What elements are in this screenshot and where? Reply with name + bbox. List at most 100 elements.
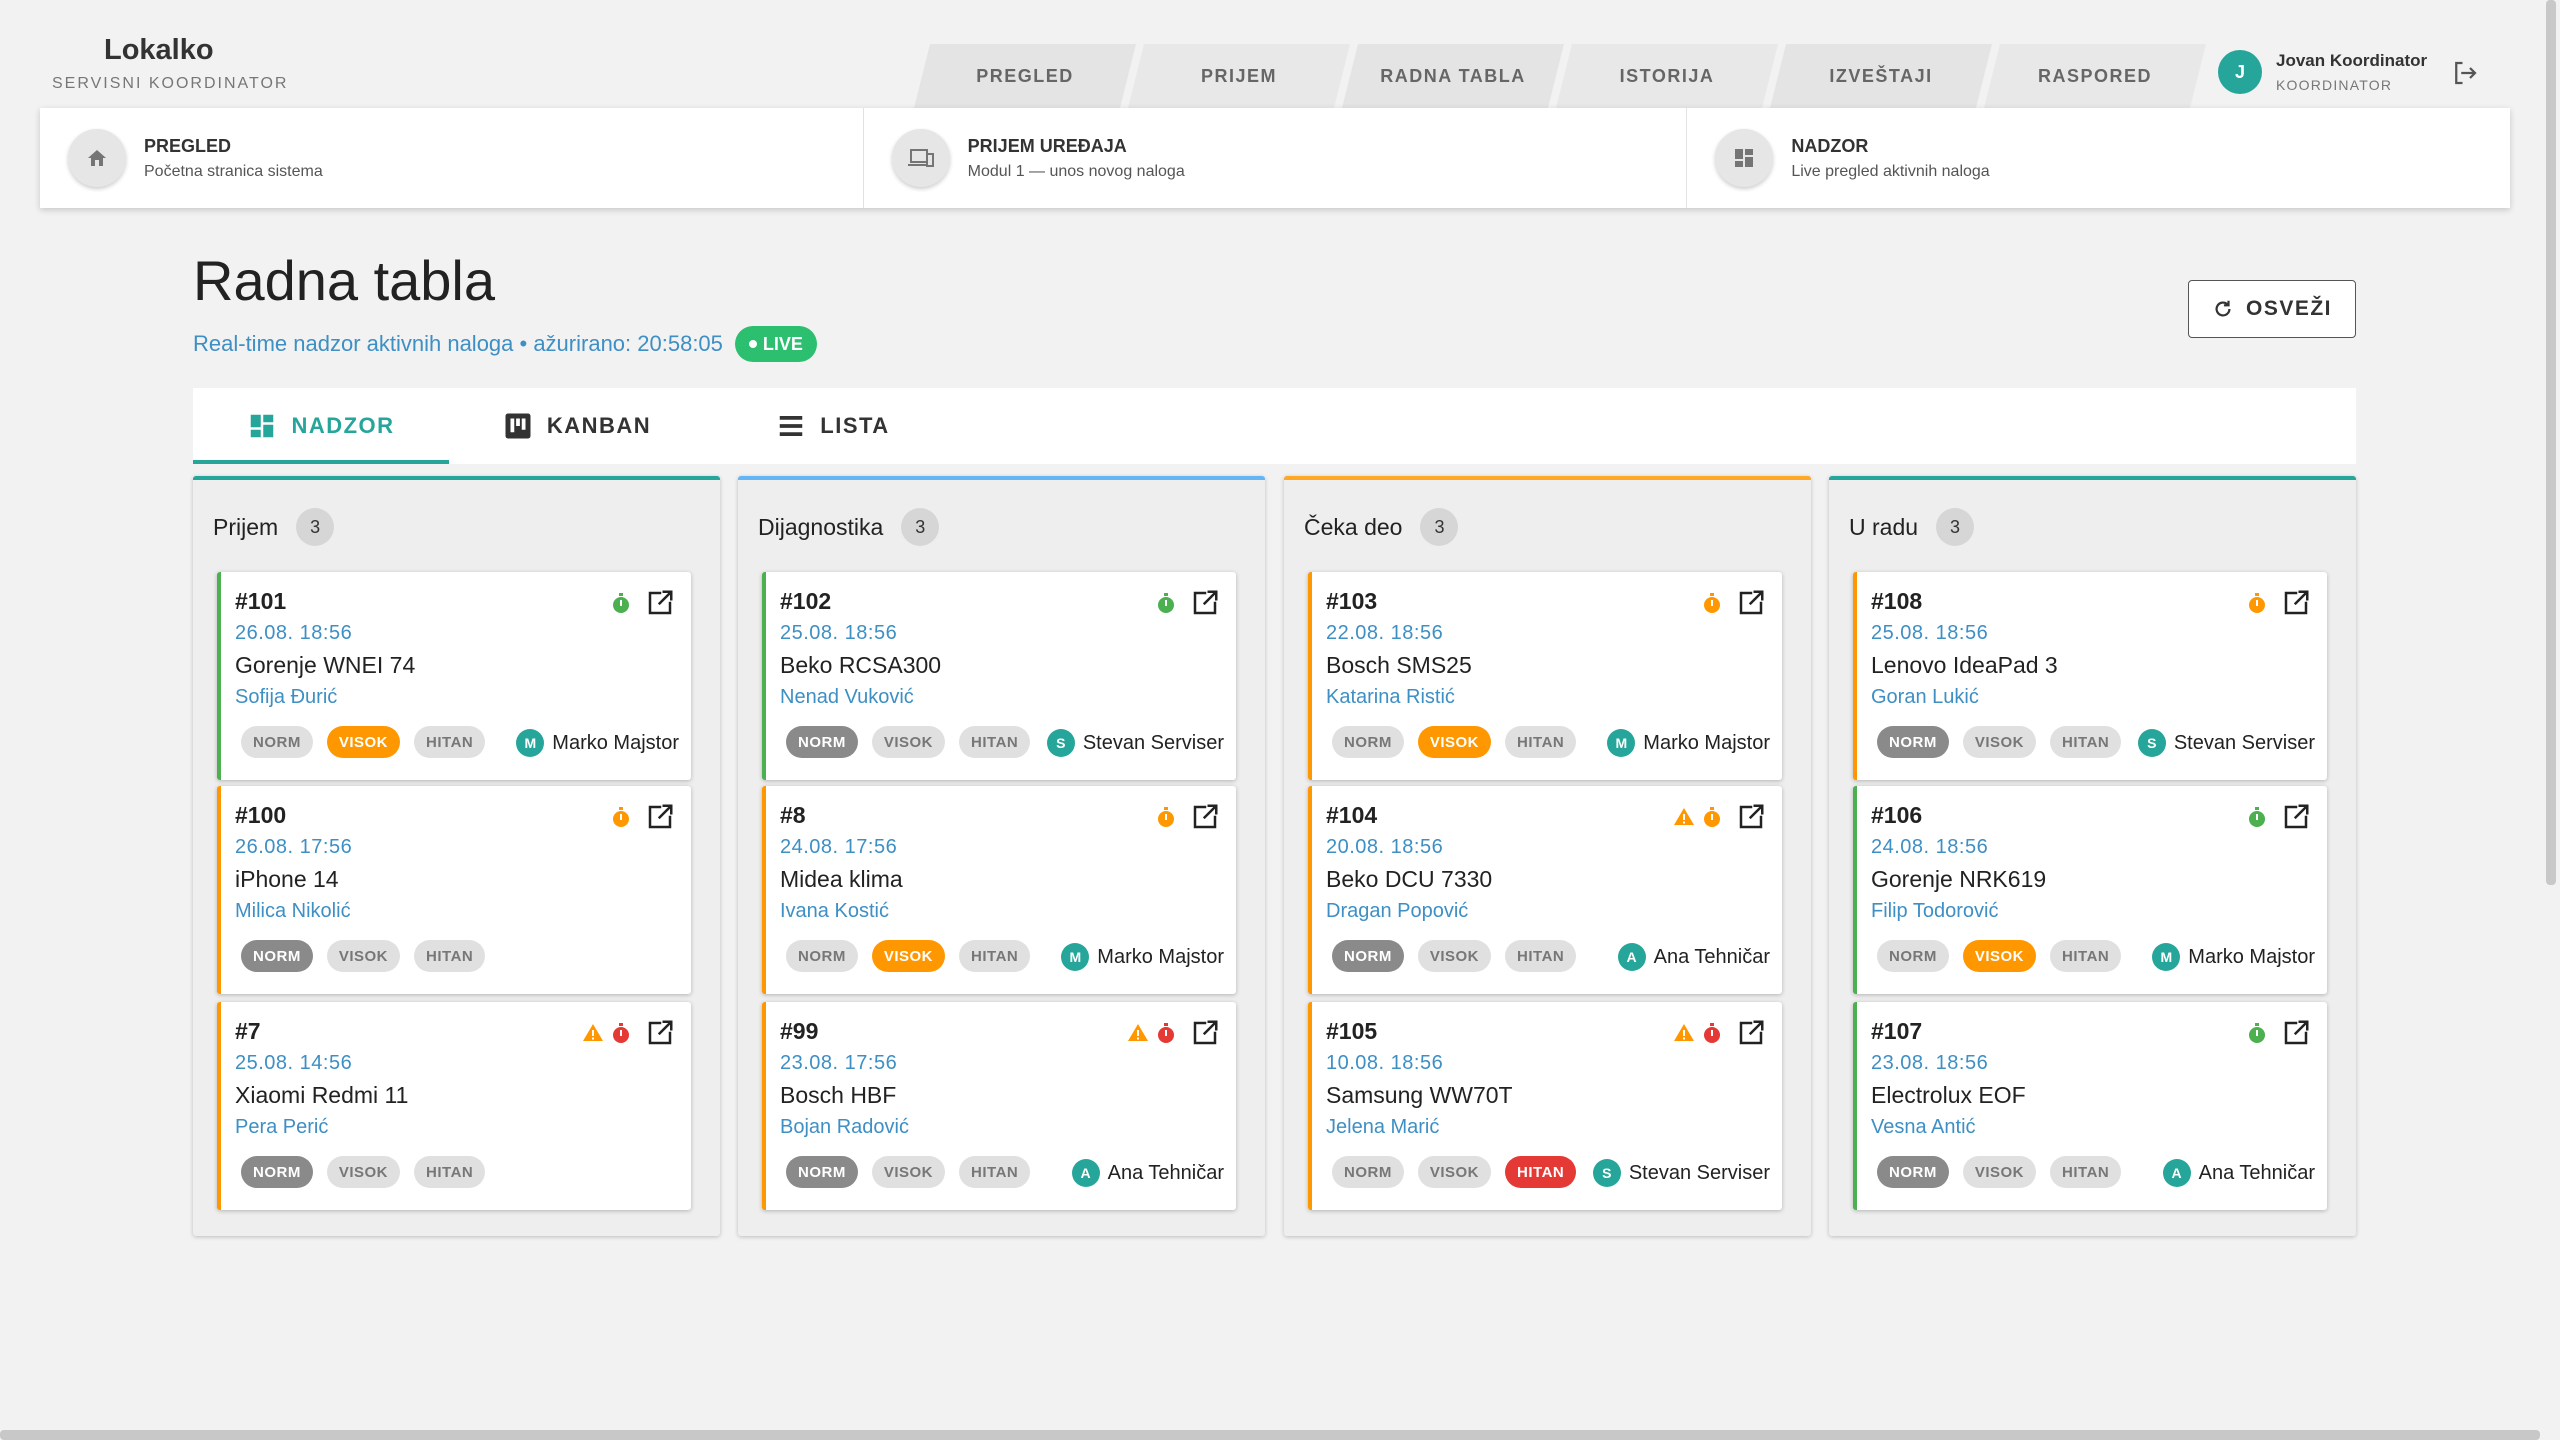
priority-hitan-pill[interactable]: HITAN <box>414 940 486 972</box>
nav-tab-izvestaji[interactable]: IZVEŠTAJI <box>1770 44 1992 108</box>
priority-norm-pill[interactable]: NORM <box>1332 1156 1404 1188</box>
assigned-technician[interactable]: S Stevan Serviser <box>2137 729 2315 757</box>
priority-norm-pill[interactable]: NORM <box>241 940 313 972</box>
assigned-technician[interactable]: S Stevan Serviser <box>1046 729 1224 757</box>
priority-visok-pill[interactable]: VISOK <box>871 726 946 758</box>
assigned-technician[interactable]: M Marko Majstor <box>1607 729 1770 757</box>
client-name[interactable]: Vesna Antić <box>1871 1116 1976 1139</box>
assigned-technician[interactable]: S Stevan Serviser <box>1592 1159 1770 1187</box>
tab-nadzor[interactable]: NADZOR <box>193 388 449 464</box>
client-name[interactable]: Pera Perić <box>235 1116 328 1139</box>
priority-hitan-pill[interactable]: HITAN <box>959 726 1031 758</box>
client-name[interactable]: Dragan Popović <box>1326 900 1468 923</box>
priority-visok-pill[interactable]: VISOK <box>1962 726 2037 758</box>
tab-kanban[interactable]: KANBAN <box>449 388 705 464</box>
order-card[interactable]: #101 26.08. 18:56 Gorenje WNEI 74 Sofija Đu… <box>217 572 691 780</box>
priority-hitan-pill[interactable]: HITAN <box>959 1156 1031 1188</box>
priority-hitan-pill[interactable]: HITAN <box>2050 940 2122 972</box>
order-card[interactable]: #105 10.08. 18:56 Samsung WW70T Jelena Mari… <box>1308 1002 1782 1210</box>
order-card[interactable]: #7 25.08. 14:56 Xiaomi Redmi 11 Pera Perić N… <box>217 1002 691 1210</box>
assigned-technician[interactable]: M Marko Majstor <box>516 729 679 757</box>
open-external-icon[interactable] <box>1736 1018 1766 1048</box>
priority-hitan-pill[interactable]: HITAN <box>1505 1156 1577 1188</box>
order-card[interactable]: #104 20.08. 18:56 Beko DCU 7330 Dragan Popo… <box>1308 786 1782 994</box>
priority-norm-pill[interactable]: NORM <box>1877 1156 1949 1188</box>
client-name[interactable]: Jelena Marić <box>1326 1116 1439 1139</box>
client-name[interactable]: Milica Nikolić <box>235 900 351 923</box>
priority-visok-pill[interactable]: VISOK <box>1417 1156 1492 1188</box>
priority-hitan-pill[interactable]: HITAN <box>1505 726 1577 758</box>
open-external-icon[interactable] <box>1736 802 1766 832</box>
open-external-icon[interactable] <box>2281 588 2311 618</box>
priority-norm-pill[interactable]: NORM <box>786 1156 858 1188</box>
assigned-technician[interactable]: A Ana Tehničar <box>2162 1159 2315 1187</box>
open-external-icon[interactable] <box>1190 588 1220 618</box>
client-name[interactable]: Sofija Đurić <box>235 686 337 709</box>
open-external-icon[interactable] <box>1736 588 1766 618</box>
priority-norm-pill[interactable]: NORM <box>1332 726 1404 758</box>
user-menu[interactable]: J Jovan Koordinator KOORDINATOR <box>2218 50 2427 94</box>
module-pregled[interactable]: PREGLED Početna stranica sistema <box>40 108 864 208</box>
order-card[interactable]: #108 25.08. 18:56 Lenovo IdeaPad 3 Goran Lu… <box>1853 572 2327 780</box>
priority-visok-pill[interactable]: VISOK <box>1417 726 1492 758</box>
vertical-scrollbar[interactable] <box>2546 0 2556 885</box>
open-external-icon[interactable] <box>645 802 675 832</box>
order-card[interactable]: #102 25.08. 18:56 Beko RCSA300 Nenad Vukovi… <box>762 572 1236 780</box>
priority-norm-pill[interactable]: NORM <box>786 726 858 758</box>
client-name[interactable]: Katarina Ristić <box>1326 686 1455 709</box>
client-name[interactable]: Filip Todorović <box>1871 900 1998 923</box>
assigned-technician[interactable]: M Marko Majstor <box>1061 943 1224 971</box>
order-card[interactable]: #106 24.08. 18:56 Gorenje NRK619 Filip Todo… <box>1853 786 2327 994</box>
priority-visok-pill[interactable]: VISOK <box>1962 1156 2037 1188</box>
priority-norm-pill[interactable]: NORM <box>241 726 313 758</box>
tab-lista[interactable]: LISTA <box>705 388 961 464</box>
priority-norm-pill[interactable]: NORM <box>1877 940 1949 972</box>
open-external-icon[interactable] <box>1190 802 1220 832</box>
open-external-icon[interactable] <box>2281 802 2311 832</box>
priority-visok-pill[interactable]: VISOK <box>871 1156 946 1188</box>
priority-norm-pill[interactable]: NORM <box>1332 940 1404 972</box>
nav-tab-istorija[interactable]: ISTORIJA <box>1556 44 1778 108</box>
open-external-icon[interactable] <box>1190 1018 1220 1048</box>
order-card[interactable]: #100 26.08. 17:56 iPhone 14 Milica Nikolić N… <box>217 786 691 994</box>
priority-visok-pill[interactable]: VISOK <box>326 1156 401 1188</box>
nav-tab-raspored[interactable]: RASPORED <box>1984 44 2206 108</box>
assigned-technician[interactable]: A Ana Tehničar <box>1071 1159 1224 1187</box>
assigned-technician[interactable]: A Ana Tehničar <box>1617 943 1770 971</box>
open-external-icon[interactable] <box>645 1018 675 1048</box>
nav-tab-prijem[interactable]: PRIJEM <box>1128 44 1350 108</box>
order-card[interactable]: #8 24.08. 17:56 Midea klima Ivana Kostić NOR… <box>762 786 1236 994</box>
module-nadzor[interactable]: NADZOR Live pregled aktivnih naloga <box>1687 108 2510 208</box>
horizontal-scrollbar[interactable] <box>0 1430 2540 1440</box>
order-card[interactable]: #99 23.08. 17:56 Bosch HBF Bojan Radović NOR… <box>762 1002 1236 1210</box>
priority-norm-pill[interactable]: NORM <box>1877 726 1949 758</box>
client-name[interactable]: Ivana Kostić <box>780 900 889 923</box>
nav-tab-pregled[interactable]: PREGLED <box>914 44 1136 108</box>
client-name[interactable]: Nenad Vuković <box>780 686 914 709</box>
logout-icon[interactable] <box>2450 58 2480 88</box>
priority-visok-pill[interactable]: VISOK <box>326 726 401 758</box>
priority-norm-pill[interactable]: NORM <box>241 1156 313 1188</box>
open-external-icon[interactable] <box>645 588 675 618</box>
nav-tab-radna-tabla[interactable]: RADNA TABLA <box>1342 44 1564 108</box>
module-prijem-uredaja[interactable]: PRIJEM UREĐAJA Modul 1 — unos novog nalo… <box>864 108 1688 208</box>
priority-hitan-pill[interactable]: HITAN <box>1505 940 1577 972</box>
priority-visok-pill[interactable]: VISOK <box>1962 940 2037 972</box>
priority-hitan-pill[interactable]: HITAN <box>959 940 1031 972</box>
order-card[interactable]: #103 22.08. 18:56 Bosch SMS25 Katarina Rist… <box>1308 572 1782 780</box>
open-external-icon[interactable] <box>2281 1018 2311 1048</box>
priority-hitan-pill[interactable]: HITAN <box>414 726 486 758</box>
order-card[interactable]: #107 23.08. 18:56 Electrolux EOF Vesna Anti… <box>1853 1002 2327 1210</box>
priority-visok-pill[interactable]: VISOK <box>1417 940 1492 972</box>
priority-visok-pill[interactable]: VISOK <box>326 940 401 972</box>
refresh-button[interactable]: OSVEŽI <box>2188 280 2356 338</box>
priority-hitan-pill[interactable]: HITAN <box>2050 1156 2122 1188</box>
priority-visok-pill[interactable]: VISOK <box>871 940 946 972</box>
priority-hitan-pill[interactable]: HITAN <box>414 1156 486 1188</box>
priority-hitan-pill[interactable]: HITAN <box>2050 726 2122 758</box>
client-name[interactable]: Bojan Radović <box>780 1116 909 1139</box>
priority-norm-pill[interactable]: NORM <box>786 940 858 972</box>
client-name[interactable]: Goran Lukić <box>1871 686 1979 709</box>
brand[interactable]: Lokalko SERVISNI KOORDINATOR <box>52 34 288 93</box>
assigned-technician[interactable]: M Marko Majstor <box>2152 943 2315 971</box>
